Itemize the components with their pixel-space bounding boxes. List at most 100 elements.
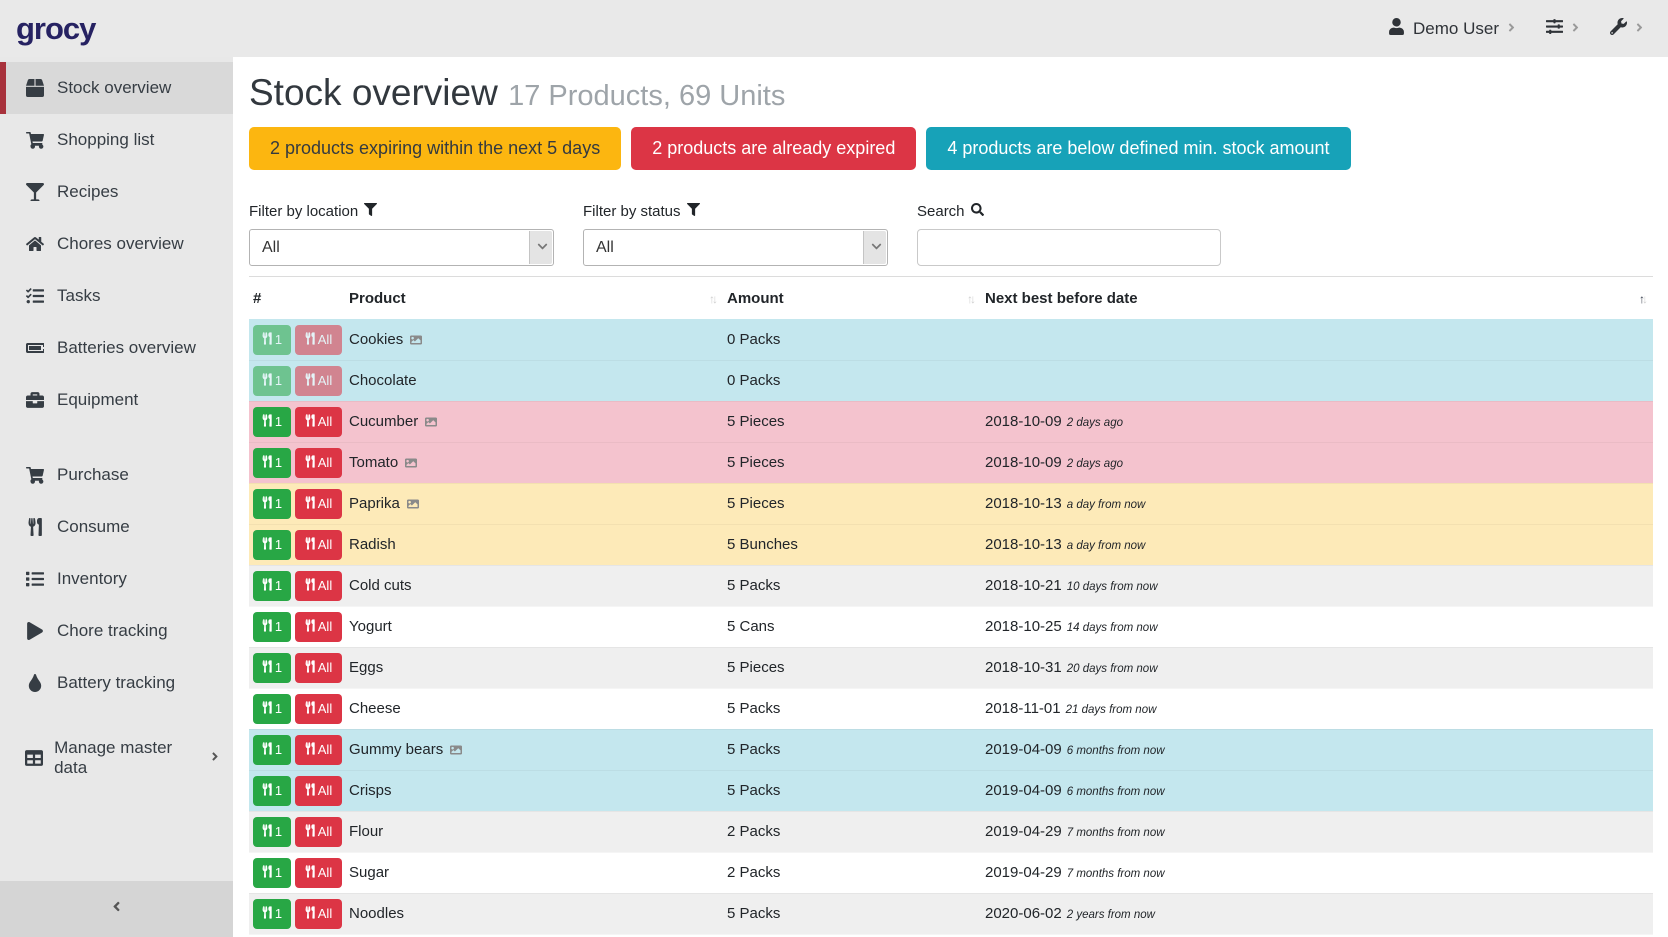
consume-one-button[interactable]: 1 — [253, 407, 291, 437]
user-menu[interactable]: Demo User — [1388, 18, 1516, 40]
consume-one-button[interactable]: 1 — [253, 817, 291, 847]
consume-one-button-label: 1 — [275, 373, 282, 388]
sort-icon: ↑↓ — [1639, 293, 1645, 305]
sidebar-item-purchase[interactable]: Purchase — [0, 449, 233, 501]
consume-all-button[interactable]: All — [295, 858, 342, 888]
column-header-next-best-before-date[interactable]: Next best before date↑↓ — [981, 277, 1653, 320]
consume-one-button[interactable]: 1 — [253, 571, 291, 601]
consume-one-button[interactable]: 1 — [253, 735, 291, 765]
stock-table-body: 1AllCookies0 Packs1AllChocolate0 Packs1A… — [249, 319, 1653, 934]
search-icon — [971, 203, 984, 220]
consume-one-button[interactable]: 1 — [253, 489, 291, 519]
utensils-icon — [305, 660, 315, 676]
consume-all-button[interactable]: All — [295, 489, 342, 519]
location-filter-select[interactable]: All — [249, 229, 554, 266]
best-before-relative: 2 years from now — [1067, 909, 1155, 921]
admin-menu[interactable] — [1610, 18, 1644, 40]
consume-all-button[interactable]: All — [295, 612, 342, 642]
consume-one-button[interactable]: 1 — [253, 899, 291, 929]
best-before-date: 2019-04-29 — [985, 823, 1062, 840]
settings-menu[interactable] — [1546, 18, 1580, 40]
grocy-logo[interactable]: grocy — [16, 11, 95, 47]
sidebar-item-manage-master-data[interactable]: Manage master data — [0, 732, 233, 784]
image-icon — [449, 744, 463, 756]
consume-one-button[interactable]: 1 — [253, 776, 291, 806]
sidebar-item-shopping-list[interactable]: Shopping list — [0, 114, 233, 166]
product-name: Yogurt — [349, 618, 392, 635]
product-name: Chocolate — [349, 372, 417, 389]
chevron-down-icon — [871, 239, 882, 257]
sidebar-item-recipes[interactable]: Recipes — [0, 166, 233, 218]
stock-table-header: #Product↑↓Amount↑↓Next best before date↑… — [249, 277, 1653, 320]
consume-one-button[interactable]: 1 — [253, 448, 291, 478]
sidebar-item-chore-tracking[interactable]: Chore tracking — [0, 605, 233, 657]
status-filter-select[interactable]: All — [583, 229, 888, 266]
product-name: Tomato — [349, 454, 398, 471]
alert-badge-info[interactable]: 4 products are below defined min. stock … — [926, 127, 1350, 170]
consume-one-button[interactable]: 1 — [253, 694, 291, 724]
stock-row: 1AllPaprika5 Pieces2018-10-13a day from … — [249, 483, 1653, 524]
consume-all-button[interactable]: All — [295, 694, 342, 724]
sidebar-item-battery-tracking[interactable]: Battery tracking — [0, 657, 233, 709]
best-before-relative: 7 months from now — [1067, 868, 1165, 880]
column-header-amount[interactable]: Amount↑↓ — [723, 277, 981, 320]
consume-one-button-label: 1 — [275, 783, 282, 798]
sidebar-item-label: Batteries overview — [57, 338, 196, 358]
stock-row: 1AllGummy bears5 Packs2019-04-096 months… — [249, 729, 1653, 770]
consume-all-button: All — [295, 366, 342, 396]
sidebar-item-batteries-overview[interactable]: Batteries overview — [0, 322, 233, 374]
product-name: Cucumber — [349, 413, 418, 430]
consume-one-button-label: 1 — [275, 824, 282, 839]
consume-all-button[interactable]: All — [295, 817, 342, 847]
sidebar-item-tasks[interactable]: Tasks — [0, 270, 233, 322]
amount-value: 5 Pieces — [723, 647, 981, 688]
sidebar-collapse-button[interactable] — [0, 881, 233, 937]
sidebar-item-label: Tasks — [57, 286, 100, 306]
box-icon — [23, 79, 47, 97]
page-title-text: Stock overview — [249, 72, 498, 113]
alert-badge-danger[interactable]: 2 products are already expired — [631, 127, 916, 170]
consume-all-button[interactable]: All — [295, 571, 342, 601]
sidebar-item-inventory[interactable]: Inventory — [0, 553, 233, 605]
location-filter-label-text: Filter by location — [249, 203, 358, 220]
search-input[interactable] — [917, 229, 1221, 266]
utensils-icon — [262, 742, 272, 758]
sidebar-nav: Stock overviewShopping listRecipesChores… — [0, 62, 233, 881]
consume-all-button[interactable]: All — [295, 448, 342, 478]
image-icon — [409, 334, 423, 346]
column-header-product[interactable]: Product↑↓ — [345, 277, 723, 320]
consume-one-button-label: 1 — [275, 742, 282, 757]
sidebar-item-chores-overview[interactable]: Chores overview — [0, 218, 233, 270]
utensils-icon — [305, 619, 315, 635]
consume-all-button[interactable]: All — [295, 407, 342, 437]
consume-one-button[interactable]: 1 — [253, 858, 291, 888]
consume-all-button[interactable]: All — [295, 899, 342, 929]
consume-all-button[interactable]: All — [295, 653, 342, 683]
sliders-icon — [1546, 18, 1563, 40]
tasks-icon — [23, 287, 47, 305]
consume-one-button-label: 1 — [275, 537, 282, 552]
consume-one-button[interactable]: 1 — [253, 653, 291, 683]
sidebar-item-label: Battery tracking — [57, 673, 175, 693]
alert-badge-warning[interactable]: 2 products expiring within the next 5 da… — [249, 127, 621, 170]
user-icon — [1388, 18, 1405, 40]
consume-all-button[interactable]: All — [295, 776, 342, 806]
filters-row: Filter by location All Filter by status … — [249, 203, 1653, 266]
sidebar-item-equipment[interactable]: Equipment — [0, 374, 233, 426]
consume-one-button[interactable]: 1 — [253, 612, 291, 642]
table-icon — [23, 749, 44, 767]
status-filter-label-text: Filter by status — [583, 203, 681, 220]
consume-all-button[interactable]: All — [295, 530, 342, 560]
search-group: Search — [917, 203, 1222, 266]
consume-one-button[interactable]: 1 — [253, 530, 291, 560]
stock-row: 1AllYogurt5 Cans2018-10-2514 days from n… — [249, 606, 1653, 647]
utensils-icon — [262, 906, 272, 922]
best-before-relative: 21 days from now — [1066, 704, 1157, 716]
column-header-: # — [249, 277, 345, 320]
amount-value: 5 Packs — [723, 893, 981, 934]
amount-value: 5 Pieces — [723, 401, 981, 442]
sidebar-item-consume[interactable]: Consume — [0, 501, 233, 553]
stock-row: 1AllEggs5 Pieces2018-10-3120 days from n… — [249, 647, 1653, 688]
consume-all-button[interactable]: All — [295, 735, 342, 765]
sidebar-item-stock-overview[interactable]: Stock overview — [0, 62, 233, 114]
